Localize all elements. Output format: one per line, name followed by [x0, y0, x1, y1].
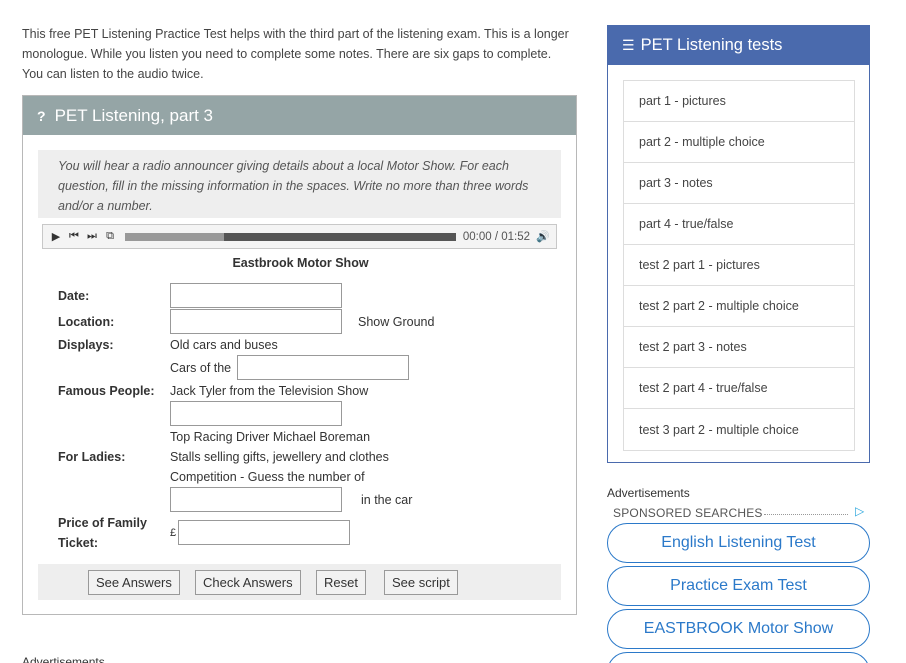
sidebar-item-test2-part3[interactable]: test 2 part 3 - notes: [624, 327, 854, 368]
ladies-line1: Stalls selling gifts, jewellery and clot…: [170, 450, 389, 464]
dotted-divider: [764, 514, 848, 515]
intro-text: This free PET Listening Practice Test he…: [22, 27, 569, 81]
sponsored-searches-label: SPONSORED SEARCHES: [613, 506, 763, 520]
sidebar-item-test2-part2[interactable]: test 2 part 2 - multiple choice: [624, 286, 854, 327]
location-suffix: Show Ground: [358, 315, 435, 329]
next-icon[interactable]: ⏭: [83, 230, 101, 243]
audio-player: ▶ ⏮ ⏭ ⧉ 00:00 / 01:52 🔊: [42, 224, 557, 249]
famous-people-label: Famous People:: [58, 384, 155, 398]
panel-header: ? PET Listening, part 3: [23, 96, 576, 135]
famous-line2: Top Racing Driver Michael Boreman: [170, 430, 371, 444]
form-title: Eastbrook Motor Show: [232, 256, 369, 270]
panel-title: PET Listening, part 3: [54, 105, 214, 125]
famous-input[interactable]: [170, 401, 342, 426]
volume-icon[interactable]: 🔊: [534, 230, 552, 243]
price-label-line2: Ticket:: [58, 536, 99, 550]
question-icon: ?: [37, 107, 46, 124]
location-input[interactable]: [170, 309, 342, 334]
ad-button-partial[interactable]: [607, 652, 870, 663]
list-icon: ☰: [622, 37, 635, 53]
sidebar-item-test2-part4[interactable]: test 2 part 4 - true/false: [624, 368, 854, 409]
buffered-bar: [125, 232, 225, 241]
price-input[interactable]: [178, 520, 350, 545]
sidebar-title: PET Listening tests: [640, 36, 783, 54]
progress-track[interactable]: [125, 232, 456, 241]
adchoices-icon[interactable]: ▷: [855, 504, 864, 518]
button-bar: See Answers Check Answers Reset See scri…: [38, 564, 561, 600]
location-label: Location:: [58, 315, 115, 329]
price-label-line1: Price of Family: [58, 516, 147, 530]
sidebar-header: ☰ PET Listening tests: [608, 26, 869, 65]
ad-button-practice-exam[interactable]: Practice Exam Test: [607, 566, 870, 606]
loop-icon[interactable]: ⧉: [101, 230, 119, 243]
previous-icon[interactable]: ⏮: [65, 230, 83, 243]
sidebar-item-part2[interactable]: part 2 - multiple choice: [624, 122, 854, 163]
date-label: Date:: [58, 289, 90, 303]
displays-label: Displays:: [58, 338, 114, 352]
time-display: 00:00 / 01:52: [462, 230, 530, 243]
sidebar-item-test2-part1[interactable]: test 2 part 1 - pictures: [624, 245, 854, 286]
play-icon[interactable]: ▶: [47, 230, 65, 243]
cars-input[interactable]: [237, 355, 409, 380]
instructions: You will hear a radio announcer giving d…: [38, 150, 561, 218]
sidebar-panel: ☰ PET Listening tests part 1 - pictures …: [607, 25, 870, 463]
guess-input[interactable]: [170, 487, 342, 512]
for-ladies-label: For Ladies:: [58, 450, 126, 464]
famous-line1: Jack Tyler from the Television Show: [170, 384, 369, 398]
ads-label: Advertisements: [607, 486, 690, 500]
currency-sign: £: [170, 527, 177, 539]
displays-line2: Cars of the: [170, 361, 232, 375]
ad-button-english-listening[interactable]: English Listening Test: [607, 523, 870, 563]
exercise-panel: ? PET Listening, part 3 You will hear a …: [22, 95, 577, 615]
see-script-button[interactable]: See script: [384, 570, 458, 595]
reset-button[interactable]: Reset: [316, 570, 366, 595]
ladies-line2: Competition - Guess the number of: [170, 470, 365, 484]
date-input[interactable]: [170, 283, 342, 308]
see-answers-button[interactable]: See Answers: [88, 570, 180, 595]
sidebar-item-test3-part2[interactable]: test 3 part 2 - multiple choice: [624, 409, 854, 450]
sidebar-item-part1[interactable]: part 1 - pictures: [624, 81, 854, 122]
sidebar-item-part3[interactable]: part 3 - notes: [624, 163, 854, 204]
ad-button-eastbrook[interactable]: EASTBROOK Motor Show: [607, 609, 870, 649]
ladies-suffix: in the car: [361, 493, 413, 507]
sidebar-item-part4[interactable]: part 4 - true/false: [624, 204, 854, 245]
check-answers-button[interactable]: Check Answers: [195, 570, 301, 595]
displays-line1: Old cars and buses: [170, 338, 278, 352]
sidebar-list: part 1 - pictures part 2 - multiple choi…: [623, 80, 855, 451]
ads-bottom-label: Advertisements: [22, 655, 105, 663]
